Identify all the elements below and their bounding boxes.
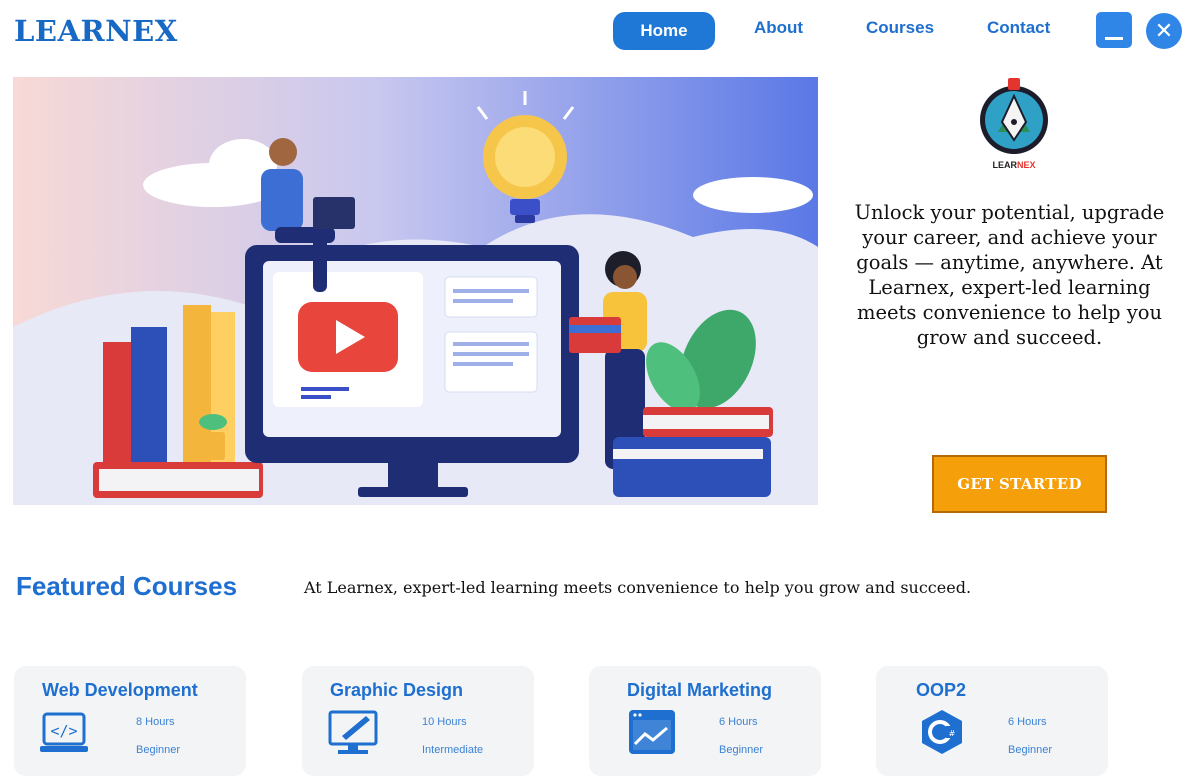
svg-text:</>: </> [50, 722, 77, 740]
course-card-graphic-design[interactable]: Graphic Design 10 Hours Intermediate [302, 666, 534, 776]
course-level: Intermediate [422, 744, 484, 756]
e-learning-illustration [13, 77, 818, 505]
course-title: Graphic Design [330, 680, 464, 700]
csharp-icon: # [916, 708, 968, 756]
course-hours: 10 Hours [422, 716, 467, 728]
course-title: OOP2 [916, 680, 967, 700]
nav-home[interactable]: Home [613, 12, 715, 50]
design-monitor-icon [328, 708, 380, 756]
code-icon: </> [40, 708, 92, 756]
course-level: Beginner [719, 744, 764, 756]
analytics-icon [627, 708, 679, 756]
course-level: Beginner [136, 744, 181, 756]
featured-courses-subtitle: At Learnex, expert-led learning meets co… [304, 578, 972, 597]
hero-illustration [13, 77, 818, 505]
get-started-button[interactable]: GET STARTED [932, 455, 1107, 513]
featured-courses-title: Featured Courses [16, 571, 238, 601]
course-hours: 6 Hours [719, 716, 758, 728]
emblem-label: LEARNEX [992, 160, 1036, 170]
hero-tagline: Unlock your potential, upgrade your care… [854, 201, 1165, 349]
course-card-digital-marketing[interactable]: Digital Marketing 6 Hours Beginner [589, 666, 821, 776]
course-title: Web Development [42, 680, 198, 700]
brand-logo[interactable]: LEARNEX [14, 14, 178, 48]
nav-about[interactable]: About [754, 18, 803, 38]
nav-courses[interactable]: Courses [866, 18, 934, 38]
nav-contact[interactable]: Contact [987, 18, 1050, 38]
course-hours: 8 Hours [136, 716, 175, 728]
close-icon: ✕ [1154, 18, 1174, 43]
course-hours: 6 Hours [1008, 716, 1047, 728]
pen-nib-logo-icon [980, 78, 1048, 154]
course-level: Beginner [1008, 744, 1053, 756]
course-title: Digital Marketing [627, 680, 773, 700]
minimize-icon [1105, 37, 1123, 40]
course-card-oop2[interactable]: OOP2 # 6 Hours Beginner [876, 666, 1108, 776]
course-card-web-development[interactable]: Web Development </> 8 Hours Beginner [14, 666, 246, 776]
svg-text:#: # [949, 729, 956, 738]
minimize-button[interactable] [1096, 12, 1132, 48]
close-button[interactable]: ✕ [1146, 13, 1182, 49]
